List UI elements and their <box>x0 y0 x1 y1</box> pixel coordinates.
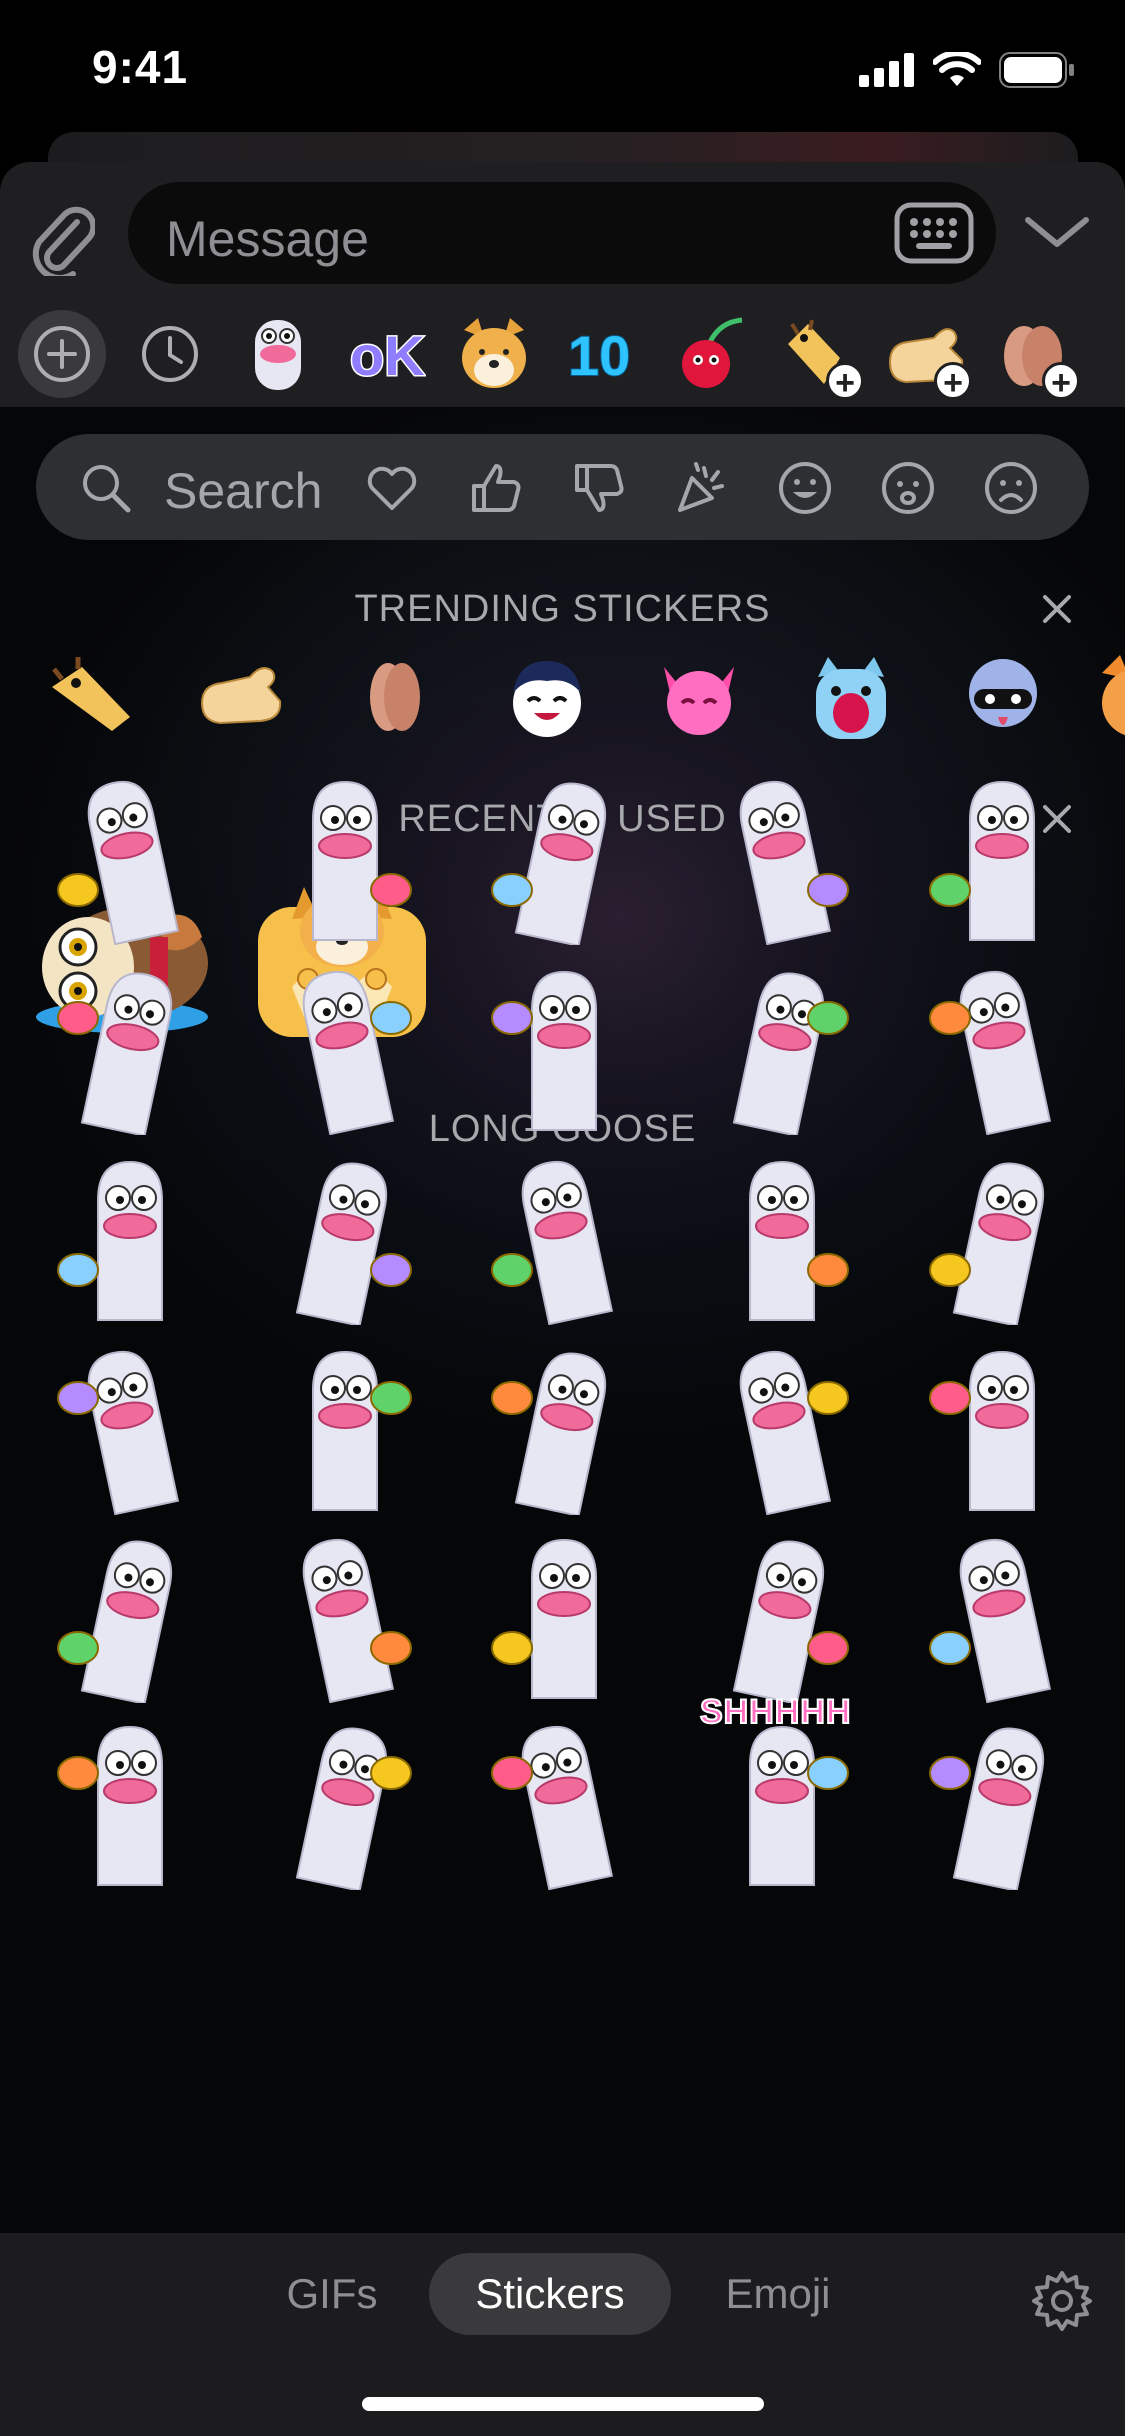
ok-pack-button[interactable]: oK <box>342 310 430 398</box>
thumbs-up-icon[interactable] <box>468 460 524 516</box>
peach-pack-button[interactable]: + <box>990 310 1080 401</box>
goose-sticker[interactable] <box>38 1715 213 1890</box>
goose-sticker[interactable] <box>690 1715 865 1890</box>
goose-sticker[interactable] <box>910 1150 1085 1325</box>
thumbs-down-icon[interactable] <box>571 460 627 516</box>
goose-sticker[interactable] <box>472 1528 647 1703</box>
goose-sticker[interactable] <box>472 1715 647 1890</box>
trending-sticker[interactable] <box>42 647 140 745</box>
svg-text:10: 10 <box>568 324 630 387</box>
goose-sticker[interactable] <box>910 1528 1085 1703</box>
trending-stickers-title: TRENDING STICKERS <box>354 588 771 630</box>
gear-icon[interactable] <box>1030 2269 1094 2333</box>
goose-sticker[interactable] <box>38 770 213 945</box>
message-placeholder: Message <box>166 211 369 267</box>
home-indicator <box>362 2397 764 2411</box>
goose-pack-icon <box>255 320 301 390</box>
goose-sticker[interactable] <box>38 1150 213 1325</box>
goose-sticker[interactable] <box>253 960 428 1135</box>
svg-text:oK: oK <box>350 324 425 387</box>
keyboard-icon[interactable] <box>894 202 974 264</box>
goose-sticker[interactable] <box>690 960 865 1135</box>
goose-sticker[interactable] <box>253 770 428 945</box>
goose-sticker[interactable] <box>472 960 647 1135</box>
goose-sticker[interactable] <box>253 1528 428 1703</box>
search-placeholder: Search <box>164 463 323 519</box>
sticker-caption: SHHHHH <box>699 1692 852 1732</box>
goose-sticker[interactable] <box>472 1150 647 1325</box>
add-badge: + <box>1042 362 1080 401</box>
sad-icon[interactable] <box>880 460 936 516</box>
goose-sticker[interactable] <box>253 1340 428 1515</box>
battery-icon <box>999 52 1074 88</box>
goose-sticker[interactable] <box>38 960 213 1135</box>
clock-icon <box>142 326 198 382</box>
trending-sticker[interactable] <box>650 647 748 745</box>
trending-sticker[interactable] <box>1096 647 1125 745</box>
goose-sticker[interactable] <box>38 1340 213 1515</box>
ten-pack-icon: 10 <box>567 323 631 388</box>
close-icon[interactable] <box>1037 589 1077 629</box>
goose-sticker[interactable] <box>472 770 647 945</box>
goose-sticker[interactable] <box>472 1340 647 1515</box>
fox-pack-button[interactable]: + <box>774 310 864 401</box>
trending-sticker[interactable] <box>498 647 596 745</box>
goose-sticker[interactable] <box>910 1340 1085 1515</box>
goose-sticker[interactable] <box>253 1715 428 1890</box>
goose-sticker[interactable] <box>690 1340 865 1515</box>
goose-sticker[interactable] <box>910 960 1085 1135</box>
message-input[interactable]: Message <box>128 182 996 284</box>
hand-pack-button[interactable]: + <box>882 310 972 401</box>
tab-bar: GIFs Stickers Emoji <box>0 2233 1125 2436</box>
long-goose-pack-button[interactable] <box>234 310 322 398</box>
search-icon <box>83 465 131 513</box>
trending-sticker[interactable] <box>194 647 292 745</box>
goose-sticker[interactable] <box>690 770 865 945</box>
tab-gifs[interactable]: GIFs <box>262 2253 402 2335</box>
chevron-down-icon[interactable] <box>1022 202 1092 262</box>
party-popper-icon[interactable] <box>674 460 730 516</box>
status-bar: 9:41 <box>0 0 1125 140</box>
paperclip-icon <box>32 206 95 276</box>
signal-icon <box>859 53 914 87</box>
sticker-panel: Search TRENDING STICKERS RECENTLY USED L… <box>0 407 1125 2233</box>
sticker-pack-row: oK 10 + + + <box>0 302 1125 407</box>
trending-sticker[interactable] <box>802 647 900 745</box>
plus-circle-icon <box>34 326 90 382</box>
cherry-pack-button[interactable] <box>666 310 754 398</box>
wifi-icon <box>933 52 981 86</box>
tab-stickers[interactable]: Stickers <box>429 2253 671 2335</box>
goose-sticker[interactable] <box>253 1150 428 1325</box>
trending-sticker[interactable] <box>346 647 444 745</box>
frown-icon[interactable] <box>983 460 1039 516</box>
goose-sticker[interactable] <box>38 1528 213 1703</box>
doge-pack-icon <box>462 318 526 388</box>
recent-pack-button[interactable] <box>126 310 214 398</box>
goose-sticker[interactable] <box>910 770 1085 945</box>
status-icons <box>859 52 1075 88</box>
smile-icon[interactable] <box>777 460 833 516</box>
attach-button[interactable] <box>28 194 98 284</box>
add-badge: + <box>934 362 972 401</box>
heart-icon[interactable] <box>364 460 420 516</box>
sticker-search-bar[interactable]: Search <box>36 434 1089 540</box>
goose-sticker[interactable] <box>910 1715 1085 1890</box>
ten-pack-button[interactable]: 10 <box>558 310 646 398</box>
add-pack-button[interactable] <box>18 310 106 398</box>
input-panel: Message oK 10 + + + <box>0 162 1125 407</box>
ok-pack-icon: oK <box>349 323 427 389</box>
goose-sticker[interactable] <box>690 1528 865 1703</box>
goose-sticker[interactable] <box>690 1150 865 1325</box>
cherry-pack-icon <box>682 317 743 388</box>
trending-sticker[interactable] <box>954 647 1052 745</box>
add-badge: + <box>826 362 864 401</box>
status-time: 9:41 <box>92 41 189 93</box>
tab-emoji[interactable]: Emoji <box>700 2253 856 2335</box>
doge-pack-button[interactable] <box>450 310 538 398</box>
